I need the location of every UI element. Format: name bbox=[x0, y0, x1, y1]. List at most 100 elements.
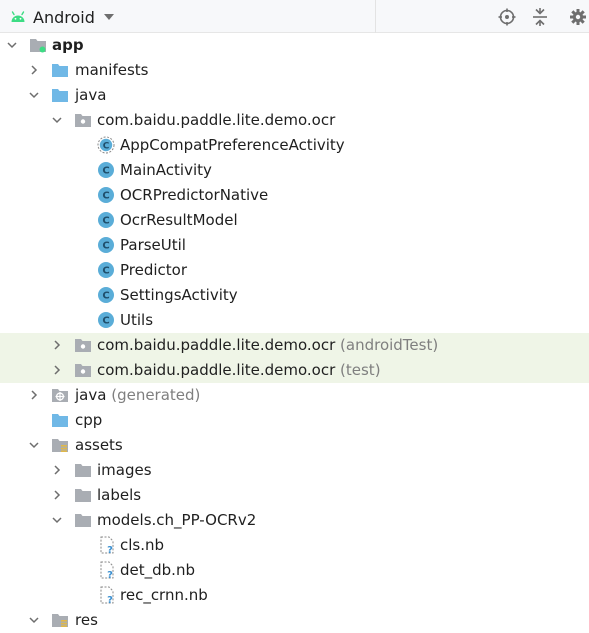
tree-node-class[interactable]: C ParseUtil bbox=[0, 233, 589, 258]
package-folder-icon bbox=[75, 364, 91, 377]
tree-node-class[interactable]: C Predictor bbox=[0, 258, 589, 283]
collapse-all-icon bbox=[533, 8, 547, 26]
tree-node-class[interactable]: C AppCompatPreferenceActivity bbox=[0, 133, 589, 158]
svg-text:C: C bbox=[102, 191, 109, 202]
source-set-suffix: (test) bbox=[340, 361, 381, 379]
chevron-down-icon[interactable] bbox=[51, 514, 63, 526]
project-tree: app manifests java com.baidu.paddle.lite… bbox=[0, 33, 589, 629]
tree-node-package-test[interactable]: com.baidu.paddle.lite.demo.ocr (test) bbox=[0, 358, 589, 383]
source-set-suffix: (androidTest) bbox=[340, 336, 439, 354]
locate-icon bbox=[498, 8, 516, 26]
module-folder-icon bbox=[30, 39, 46, 53]
project-view-selector[interactable]: Android bbox=[10, 6, 115, 28]
generated-folder-icon bbox=[52, 389, 68, 402]
chevron-down-icon[interactable] bbox=[28, 614, 40, 626]
svg-text:C: C bbox=[103, 141, 110, 151]
unknown-file-icon: ? bbox=[100, 561, 114, 579]
tree-node-assets[interactable]: assets bbox=[0, 433, 589, 458]
tree-label-res: res bbox=[75, 611, 98, 629]
tree-node-app[interactable]: app bbox=[0, 33, 589, 58]
resources-folder-icon bbox=[52, 614, 68, 627]
class-icon: C bbox=[98, 237, 114, 253]
tree-label-class: OcrResultModel bbox=[120, 211, 238, 229]
tree-node-res[interactable]: res bbox=[0, 608, 589, 633]
tree-node-package-android-test[interactable]: com.baidu.paddle.lite.demo.ocr (androidT… bbox=[0, 333, 589, 358]
folder-icon bbox=[52, 89, 68, 102]
unknown-file-icon: ? bbox=[100, 586, 114, 604]
tree-node-class[interactable]: C Utils bbox=[0, 308, 589, 333]
folder-icon bbox=[52, 64, 68, 77]
chevron-down-icon[interactable] bbox=[6, 39, 18, 51]
class-icon: C bbox=[98, 187, 114, 203]
settings-button[interactable] bbox=[569, 7, 587, 27]
folder-icon bbox=[75, 514, 91, 527]
tree-label-class: OCRPredictorNative bbox=[120, 186, 269, 204]
abstract-class-icon: C bbox=[97, 136, 115, 154]
tree-node-java[interactable]: java bbox=[0, 83, 589, 108]
tree-label-labels: labels bbox=[97, 486, 142, 504]
chevron-down-icon[interactable] bbox=[28, 439, 40, 451]
tree-label-models: models.ch_PP-OCRv2 bbox=[97, 511, 257, 529]
tree-label-java-generated: java (generated) bbox=[75, 386, 201, 404]
tree-node-images[interactable]: images bbox=[0, 458, 589, 483]
tree-node-class[interactable]: C OcrResultModel bbox=[0, 208, 589, 233]
tree-node-manifests[interactable]: manifests bbox=[0, 58, 589, 83]
tree-node-file[interactable]: ? cls.nb bbox=[0, 533, 589, 558]
svg-text:C: C bbox=[102, 266, 109, 277]
chevron-right-icon[interactable] bbox=[51, 339, 63, 351]
package-folder-icon bbox=[75, 114, 91, 127]
tree-node-java-generated[interactable]: java (generated) bbox=[0, 383, 589, 408]
svg-text:?: ? bbox=[107, 570, 113, 579]
folder-icon bbox=[75, 489, 91, 502]
svg-text:C: C bbox=[102, 166, 109, 177]
locate-button[interactable] bbox=[497, 7, 517, 27]
chevron-right-icon[interactable] bbox=[51, 464, 63, 476]
svg-text:?: ? bbox=[107, 545, 113, 554]
tree-label-file: det_db.nb bbox=[120, 561, 195, 579]
chevron-right-icon[interactable] bbox=[28, 389, 40, 401]
chevron-down-icon[interactable] bbox=[28, 89, 40, 101]
toolbar-separator bbox=[375, 0, 376, 33]
tree-label-app: app bbox=[52, 36, 84, 54]
tree-label-package-test: com.baidu.paddle.lite.demo.ocr (test) bbox=[97, 361, 381, 379]
generated-suffix: (generated) bbox=[111, 386, 201, 404]
project-view-label: Android bbox=[33, 7, 95, 27]
tree-label-package-main: com.baidu.paddle.lite.demo.ocr bbox=[97, 111, 336, 129]
tree-node-class[interactable]: C OCRPredictorNative bbox=[0, 183, 589, 208]
tree-label-class: ParseUtil bbox=[120, 236, 186, 254]
resources-folder-icon bbox=[52, 439, 68, 452]
tree-node-file[interactable]: ? rec_crnn.nb bbox=[0, 583, 589, 608]
tree-label-assets: assets bbox=[75, 436, 123, 454]
tree-node-labels[interactable]: labels bbox=[0, 483, 589, 508]
svg-text:C: C bbox=[102, 241, 109, 252]
tree-label-class: Predictor bbox=[120, 261, 188, 279]
chevron-down-icon[interactable] bbox=[51, 114, 63, 126]
chevron-right-icon[interactable] bbox=[51, 364, 63, 376]
class-icon: C bbox=[98, 262, 114, 278]
settings-gear-icon bbox=[570, 9, 586, 25]
tree-label-file: cls.nb bbox=[120, 536, 165, 554]
class-icon: C bbox=[98, 212, 114, 228]
tree-node-cpp[interactable]: cpp bbox=[0, 408, 589, 433]
tree-label-cpp: cpp bbox=[75, 411, 103, 429]
tree-node-class[interactable]: C MainActivity bbox=[0, 158, 589, 183]
tree-label-file: rec_crnn.nb bbox=[120, 586, 208, 604]
class-icon: C bbox=[98, 312, 114, 328]
collapse-all-button[interactable] bbox=[530, 7, 550, 27]
tree-node-models[interactable]: models.ch_PP-OCRv2 bbox=[0, 508, 589, 533]
tree-node-class[interactable]: C SettingsActivity bbox=[0, 283, 589, 308]
folder-icon bbox=[75, 464, 91, 477]
dropdown-caret-icon bbox=[103, 14, 114, 20]
svg-text:C: C bbox=[102, 216, 109, 227]
package-folder-icon bbox=[75, 339, 91, 352]
class-icon: C bbox=[98, 162, 114, 178]
project-toolbar: Android bbox=[0, 0, 589, 33]
tree-label-class: AppCompatPreferenceActivity bbox=[120, 136, 345, 154]
tree-label-class: SettingsActivity bbox=[120, 286, 238, 304]
tree-label-package-android-test: com.baidu.paddle.lite.demo.ocr (androidT… bbox=[97, 336, 439, 354]
chevron-right-icon[interactable] bbox=[51, 489, 63, 501]
chevron-right-icon[interactable] bbox=[28, 64, 40, 76]
tree-label-class: MainActivity bbox=[120, 161, 212, 179]
tree-node-package-main[interactable]: com.baidu.paddle.lite.demo.ocr bbox=[0, 108, 589, 133]
tree-node-file[interactable]: ? det_db.nb bbox=[0, 558, 589, 583]
